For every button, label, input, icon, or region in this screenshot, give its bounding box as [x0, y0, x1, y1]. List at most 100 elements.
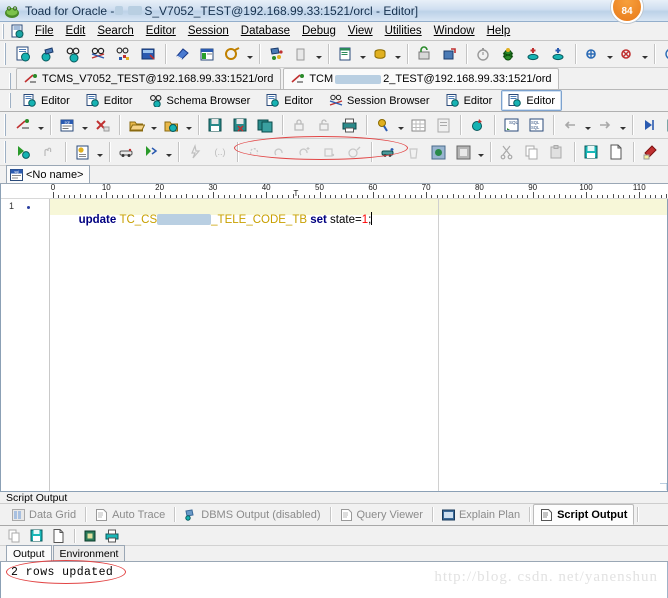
sql-recall-icon[interactable]: SQL — [499, 113, 524, 137]
call-stack-icon[interactable] — [376, 140, 401, 164]
pin-output-icon[interactable] — [79, 526, 101, 545]
code-line-1[interactable]: update TC_CS _TELE_CODE_TB set state=1; — [53, 200, 373, 238]
timer-icon[interactable] — [471, 42, 496, 66]
clear-output-icon[interactable] — [48, 526, 70, 545]
set-breakpoint-icon[interactable] — [292, 140, 317, 164]
reports-icon[interactable] — [289, 42, 314, 66]
window-tab-editor-1[interactable]: Editor — [16, 90, 77, 111]
open-file-icon[interactable] — [124, 113, 149, 137]
cancel-icon[interactable] — [90, 113, 115, 137]
profiler-options-icon[interactable] — [451, 140, 476, 164]
connection-tab-1[interactable]: TCMS_V7052_TEST@192.168.99.33:1521/ord — [16, 68, 282, 89]
bind-params-dropdown-arrow[interactable] — [396, 114, 406, 136]
copy-icon[interactable] — [520, 140, 545, 164]
prev-statement-dropdown-arrow[interactable] — [583, 114, 593, 136]
prev-statement-icon[interactable] — [558, 113, 583, 137]
explain-plan-icon[interactable] — [333, 42, 358, 66]
clear-highlight-icon[interactable] — [663, 140, 668, 164]
export-dropdown-arrow[interactable] — [393, 43, 403, 65]
menu-item-edit[interactable]: Edit — [60, 24, 92, 38]
editor-gutter[interactable]: 1 — [1, 199, 50, 491]
step-out-icon[interactable] — [267, 140, 292, 164]
open-file-dropdown-arrow[interactable] — [149, 114, 159, 136]
rollback-icon[interactable] — [412, 42, 437, 66]
line-marker-dot-icon[interactable] — [27, 206, 30, 209]
output-sub-tab-environment[interactable]: Environment — [52, 545, 126, 561]
profiler-icon[interactable] — [426, 140, 451, 164]
connection-tab-2[interactable]: TCM 2_TEST@192.168.99.33:1521/ord — [283, 68, 560, 89]
lock-icon[interactable] — [287, 113, 312, 137]
toggle-breakpoint-icon[interactable] — [317, 140, 342, 164]
debug-toolbar-grip[interactable] — [2, 141, 9, 163]
output-sub-tab-output[interactable]: Output — [6, 545, 52, 561]
window-tab-editor-3[interactable]: Editor — [259, 90, 320, 111]
print-icon[interactable] — [337, 113, 362, 137]
menu-item-file[interactable]: File — [29, 24, 60, 38]
bind-params-icon[interactable] — [371, 113, 396, 137]
print-output-icon[interactable] — [101, 526, 123, 545]
compile-dropdown-arrow[interactable] — [245, 43, 255, 65]
add-watch-icon[interactable] — [580, 42, 605, 66]
copy-output-icon[interactable] — [4, 526, 26, 545]
save-as-icon[interactable] — [228, 113, 253, 137]
menu-item-database[interactable]: Database — [235, 24, 296, 38]
step-over-dropdown-arrow[interactable] — [164, 141, 174, 163]
save-icon[interactable] — [203, 113, 228, 137]
menu-item-search[interactable]: Search — [91, 24, 139, 38]
menu-item-debug[interactable]: Debug — [296, 24, 342, 38]
save-all-icon[interactable] — [253, 113, 278, 137]
sql-modeler-icon[interactable] — [111, 42, 136, 66]
result-tab-query-viewer[interactable]: Query Viewer — [334, 506, 429, 524]
result-tab-script-output[interactable]: Script Output — [533, 504, 635, 525]
connection-tabs-grip[interactable] — [7, 73, 14, 89]
watches-icon[interactable] — [342, 140, 367, 164]
session-browser-icon[interactable] — [86, 42, 111, 66]
remove-watch-icon[interactable] — [615, 42, 640, 66]
run-to-cursor-icon[interactable] — [183, 140, 208, 164]
editor-resize-corner[interactable] — [660, 483, 668, 491]
window-tab-session-browser[interactable]: Session Browser — [322, 90, 437, 111]
export-icon[interactable] — [368, 42, 393, 66]
dbms-trace-icon[interactable] — [401, 140, 426, 164]
window-tab-editor-5[interactable]: Editor — [501, 90, 563, 111]
sql-template-icon[interactable]: SQL SQL — [524, 113, 549, 137]
execute-statement-icon[interactable] — [637, 113, 662, 137]
window-tab-schema-browser[interactable]: Schema Browser — [142, 90, 258, 111]
code-area[interactable]: 1 update TC_CS _TELE_CODE_TB set state=1; — [1, 199, 668, 491]
commit-icon[interactable] — [437, 42, 462, 66]
save-file-icon[interactable] — [579, 140, 604, 164]
connect-icon[interactable] — [11, 113, 36, 137]
remove-watch-dropdown-arrow[interactable] — [640, 43, 650, 65]
add-watch-dropdown-arrow[interactable] — [605, 43, 615, 65]
pause-icon[interactable] — [36, 140, 61, 164]
main-toolbar-grip[interactable] — [2, 43, 9, 65]
next-statement-icon[interactable] — [593, 113, 618, 137]
result-tab-dbms-output[interactable]: DBMS Output (disabled) — [178, 506, 326, 524]
info-icon[interactable] — [659, 42, 668, 66]
open-recent-icon[interactable] — [159, 113, 184, 137]
document-tab-no-name[interactable]: sql <No name> — [6, 165, 91, 183]
explain-plan-dropdown-arrow[interactable] — [358, 43, 368, 65]
reports-dropdown-arrow[interactable] — [314, 43, 324, 65]
step-over-icon[interactable] — [139, 140, 164, 164]
format-icon[interactable] — [431, 113, 456, 137]
open-recent-dropdown-arrow[interactable] — [184, 114, 194, 136]
run-icon[interactable] — [11, 140, 36, 164]
window-tab-editor-4[interactable]: Editor — [439, 90, 500, 111]
window-tab-editor-2[interactable]: Editor — [79, 90, 140, 111]
editor-toolbar-grip[interactable] — [2, 114, 9, 136]
execute-sql-icon[interactable]: sql — [55, 113, 80, 137]
halt-icon[interactable]: (..) — [208, 140, 233, 164]
output-text-area[interactable]: 2 rows updated http://blog. csdn. net/ya… — [0, 560, 668, 598]
cut-icon[interactable] — [495, 140, 520, 164]
menubar-grip[interactable] — [2, 23, 8, 39]
unlock-icon[interactable] — [312, 113, 337, 137]
menu-item-session[interactable]: Session — [182, 24, 235, 38]
menu-item-window[interactable]: Window — [428, 24, 481, 38]
execute-sql-dropdown-arrow[interactable] — [80, 114, 90, 136]
query-builder-icon[interactable] — [136, 42, 161, 66]
profiler-dropdown-arrow[interactable] — [476, 141, 486, 163]
step-into-icon[interactable] — [242, 140, 267, 164]
next-statement-dropdown-arrow[interactable] — [618, 114, 628, 136]
set-params-icon[interactable] — [70, 140, 95, 164]
